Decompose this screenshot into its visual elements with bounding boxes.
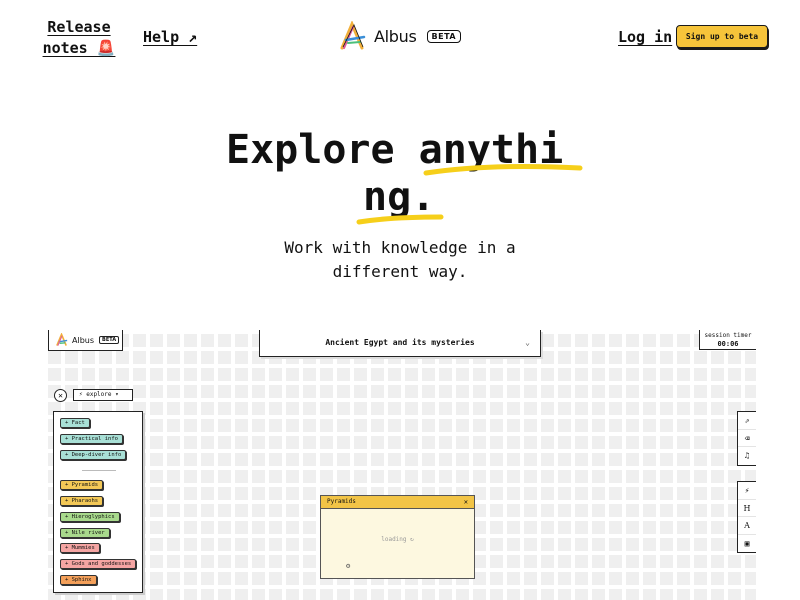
help-link[interactable]: Help ↗ xyxy=(143,27,197,48)
albus-logo-icon xyxy=(340,21,366,50)
chip-mummies[interactable]: + Mummies xyxy=(60,543,100,553)
eraser-icon[interactable]: ⌫ xyxy=(738,430,756,447)
chip-gods-and-goddesses[interactable]: + Gods and goddesses xyxy=(60,559,137,569)
session-timer: session timer 00:06 xyxy=(699,330,756,350)
release-notes-link[interactable]: Release notes 🚨 xyxy=(40,17,118,59)
title-underline-squiggle-1 xyxy=(423,163,583,176)
demo-beta-badge: BETA xyxy=(99,336,120,344)
hero-subtitle: Work with knowledge in a different way. xyxy=(284,238,516,281)
app-demo-canvas[interactable]: Albus BETA Ancient Egypt and its mysteri… xyxy=(44,330,756,600)
demo-brand: Albus BETA xyxy=(48,330,123,351)
title-underline-squiggle-2 xyxy=(356,214,444,225)
toolbar-top: ⇗ ⌫ ♫ xyxy=(737,411,756,466)
card-title: Pyramids xyxy=(327,498,356,505)
chip-fact[interactable]: + Fact xyxy=(60,418,90,428)
topics-sidebar: + Fact + Practical info + Deep-diver inf… xyxy=(53,411,143,593)
toolbar-bottom: ⚡ H A ▣ xyxy=(737,481,756,553)
brand-name: Albus xyxy=(374,26,417,46)
topic-search-field[interactable]: Ancient Egypt and its mysteries ⌄ xyxy=(259,330,541,357)
close-icon[interactable]: ✕ xyxy=(54,389,67,402)
timer-label: session timer xyxy=(704,332,752,339)
brand-logo[interactable]: Albus BETA xyxy=(338,21,462,51)
share-icon[interactable]: ⇗ xyxy=(738,412,756,430)
chip-hieroglyphics[interactable]: + Hieroglyphics xyxy=(60,512,120,522)
chip-sphinx[interactable]: + Sphinx xyxy=(60,575,97,585)
spinner-icon: ⚙ xyxy=(346,562,351,570)
card-close-icon[interactable]: ✕ xyxy=(464,496,468,508)
image-icon[interactable]: ▣ xyxy=(738,535,756,553)
topic-text: Ancient Egypt and its mysteries xyxy=(325,338,475,347)
chip-nile-river[interactable]: + Nile river xyxy=(60,528,110,538)
topic-card[interactable]: Pyramids ✕ loading ↻ ⚙ xyxy=(320,495,475,579)
heading-icon[interactable]: H xyxy=(738,500,756,517)
chip-pharaohs[interactable]: + Pharaohs xyxy=(60,496,104,506)
card-header: Pyramids ✕ xyxy=(321,496,474,509)
chip-deep-diver-info[interactable]: + Deep-diver info xyxy=(60,450,127,460)
chip-pyramids[interactable]: + Pyramids xyxy=(60,480,104,490)
albus-logo-icon xyxy=(56,333,68,346)
chip-practical-info[interactable]: + Practical info xyxy=(60,434,123,444)
timer-value: 00:06 xyxy=(717,340,739,348)
sidebar-divider xyxy=(82,470,116,471)
beta-badge: BETA xyxy=(426,29,462,43)
login-link[interactable]: Log in xyxy=(618,27,672,48)
chevron-down-icon: ⌄ xyxy=(525,338,530,347)
magic-wand-icon[interactable]: ⚡ xyxy=(738,482,756,500)
explore-dropdown[interactable]: ⚡ explore ▾ xyxy=(73,389,133,401)
demo-brand-name: Albus xyxy=(72,335,95,345)
text-icon[interactable]: A xyxy=(738,517,756,535)
signup-button[interactable]: Sign up to beta xyxy=(676,25,768,48)
card-loading-text: loading ↻ xyxy=(381,536,414,543)
music-icon[interactable]: ♫ xyxy=(738,447,756,465)
